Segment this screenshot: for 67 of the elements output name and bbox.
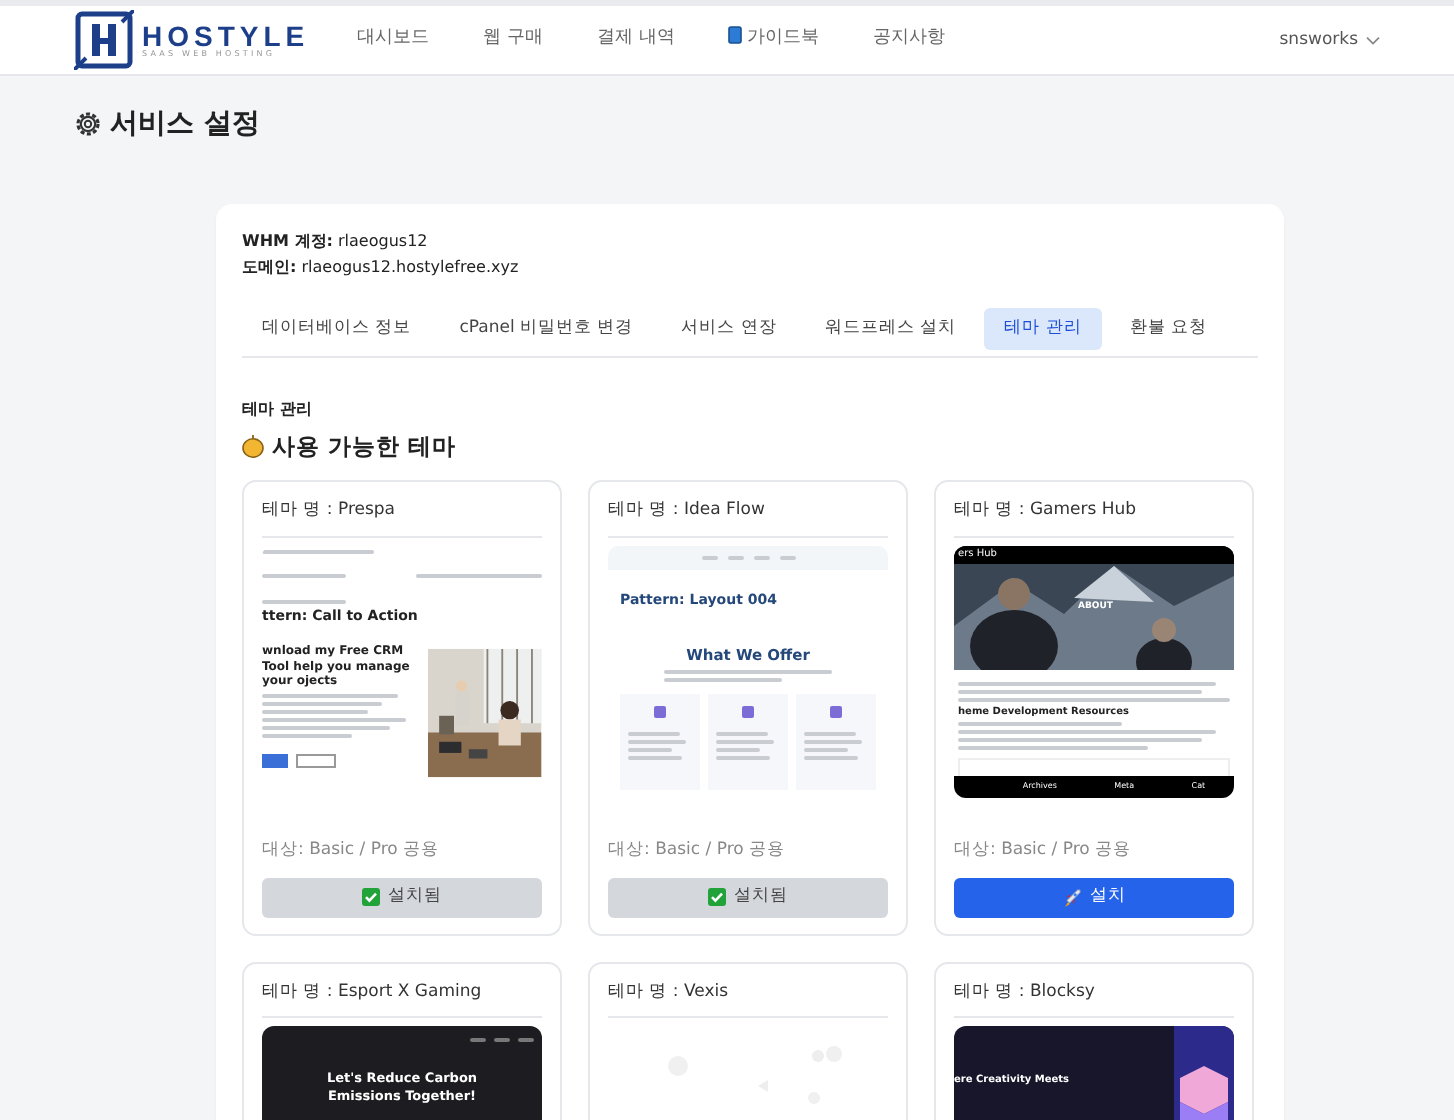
theme-name: 테마 명 : Esport X Gaming: [262, 979, 542, 1019]
user-menu[interactable]: snsworks: [1279, 27, 1358, 53]
account-label: 도메인:: [242, 258, 297, 276]
text-line: [262, 734, 353, 739]
install-button[interactable]: 설치: [954, 877, 1234, 917]
text-line: [262, 718, 406, 723]
service-icon: [830, 706, 842, 719]
section-label: 테마 관리: [242, 397, 314, 422]
text-line: [262, 549, 374, 554]
account-value: rlaeogus12: [338, 232, 428, 250]
text-line: [716, 740, 774, 745]
nav-link[interactable]: 결제 내역: [597, 26, 675, 54]
tab[interactable]: 서비스 연장: [661, 308, 797, 350]
text-line: [262, 694, 398, 699]
chevron-down-icon: [1366, 35, 1380, 45]
theme-target: 대상: Basic / Pro 공용: [954, 837, 1134, 863]
text-line: [804, 748, 849, 753]
account-value: rlaeogus12.hostylefree.xyz: [301, 258, 519, 276]
nav-link[interactable]: 가이드북: [728, 26, 819, 54]
theme-name: 테마 명 : Idea Flow: [608, 498, 888, 538]
theme-name: 테마 명 : Blocksy: [954, 979, 1234, 1019]
page-title: 서비스 설정: [110, 106, 260, 144]
check-icon: [362, 888, 380, 906]
nav-link[interactable]: 대시보드: [357, 26, 430, 54]
text-line: [664, 677, 782, 682]
install-button[interactable]: 설치됨: [608, 877, 888, 917]
book-icon: [728, 26, 743, 45]
theme-name: 테마 명 : Vexis: [608, 979, 888, 1019]
tab[interactable]: 워드프레스 설치: [804, 308, 977, 350]
text-line: [804, 732, 856, 737]
service-icon: [654, 706, 666, 719]
onion-icon: [242, 434, 264, 459]
text-line: [262, 726, 391, 731]
tab[interactable]: 데이터베이스 정보: [242, 308, 432, 350]
text-line: [262, 710, 368, 715]
service-icon: [742, 706, 754, 719]
text-line: [804, 740, 862, 745]
nav-link[interactable]: 웹 구매: [483, 26, 543, 54]
theme-target: 대상: Basic / Pro 공용: [262, 837, 442, 863]
install-button[interactable]: 설치됨: [262, 877, 542, 917]
theme-name: 테마 명 : Prespa: [262, 498, 542, 538]
text-line: [628, 756, 683, 761]
tab[interactable]: 환불 요청: [1109, 308, 1228, 350]
text-line: [628, 732, 680, 737]
theme-name: 테마 명 : Gamers Hub: [954, 498, 1234, 538]
text-line: [628, 748, 673, 753]
text-line: [716, 756, 771, 761]
text-line: [416, 573, 542, 578]
text-line: [628, 740, 686, 745]
text-line: [716, 748, 761, 753]
section-heading: 사용 가능한 테마: [272, 429, 457, 464]
logo-text: HOSTYLE: [142, 22, 310, 50]
settings-icon: [74, 110, 102, 138]
tab[interactable]: 테마 관리: [984, 308, 1102, 350]
account-label: WHM 계정:: [242, 232, 333, 250]
tab[interactable]: cPanel 비밀번호 변경: [439, 308, 654, 350]
rocket-icon: [1062, 887, 1082, 907]
nav-link[interactable]: 공지사항: [872, 26, 945, 54]
text-line: [716, 732, 768, 737]
text-line: [262, 599, 346, 604]
theme-target: 대상: Basic / Pro 공용: [608, 837, 788, 863]
text-line: [262, 702, 383, 707]
text-line: [804, 756, 859, 761]
cube-drawing: [1174, 1026, 1234, 1120]
text-line: [262, 573, 346, 578]
logo-icon: [74, 10, 134, 70]
check-icon: [708, 888, 726, 906]
